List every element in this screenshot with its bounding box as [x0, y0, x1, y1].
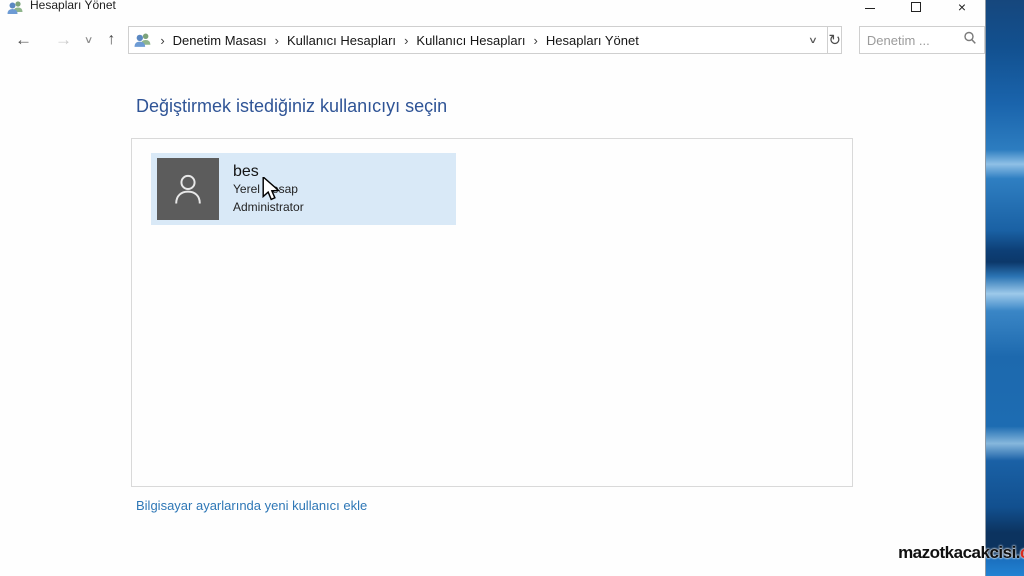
user-accounts-icon: [7, 0, 24, 15]
search-input[interactable]: [867, 33, 959, 48]
user-role: Administrator: [233, 199, 304, 216]
up-arrow-icon: ↑: [107, 31, 115, 48]
back-arrow-icon: ←: [15, 30, 32, 49]
titlebar: Hesapları Yönet ×: [0, 0, 985, 22]
breadcrumb-separator: ›: [526, 33, 546, 48]
forward-button[interactable]: →: [55, 30, 72, 50]
screen: Hesapları Yönet × ← → ∨ ↑: [0, 0, 1024, 576]
address-dropdown-button[interactable]: ∨: [795, 35, 831, 46]
address-bar[interactable]: › Denetim Masası › Kullanıcı Hesapları ›…: [128, 26, 828, 54]
search-icon[interactable]: [963, 31, 977, 50]
up-button[interactable]: ↑: [107, 31, 115, 49]
watermark: mazotkacakcisi.c: [898, 543, 1024, 563]
maximize-icon: [911, 2, 921, 12]
close-button[interactable]: ×: [939, 0, 985, 18]
forward-arrow-icon: →: [55, 30, 72, 49]
chevron-down-icon: ∨: [84, 35, 94, 46]
breadcrumb-separator: ›: [267, 33, 287, 48]
user-list-panel: bes Yerel Hesap Administrator: [131, 138, 853, 487]
window-title: Hesapları Yönet: [30, 0, 116, 12]
user-accounts-icon: [134, 32, 152, 48]
desktop-wallpaper: [985, 0, 1024, 576]
breadcrumb-control-panel[interactable]: Denetim Masası: [173, 33, 267, 48]
watermark-black: mazotkacakcisi.: [898, 543, 1020, 562]
user-tile-bes[interactable]: bes Yerel Hesap Administrator: [151, 153, 456, 225]
breadcrumb-manage-accounts[interactable]: Hesapları Yönet: [546, 33, 639, 48]
watermark-red: c: [1020, 543, 1024, 562]
back-button[interactable]: ←: [15, 30, 32, 50]
breadcrumb-separator: ›: [152, 33, 172, 48]
close-icon: ×: [958, 0, 966, 14]
minimize-icon: [865, 0, 875, 9]
breadcrumb-user-accounts[interactable]: Kullanıcı Hesapları: [287, 33, 396, 48]
user-info: bes Yerel Hesap Administrator: [233, 162, 304, 216]
chevron-down-icon: ∨: [808, 35, 818, 45]
minimize-button[interactable]: [847, 0, 893, 18]
user-account-type: Yerel Hesap: [233, 181, 304, 198]
maximize-button[interactable]: [893, 0, 939, 18]
navigation-bar: ← → ∨ ↑ › Denetim Masası › Kullanıcı Hes…: [0, 22, 985, 60]
user-name: bes: [233, 162, 304, 181]
page-title: Değiştirmek istediğiniz kullanıcıyı seçi…: [136, 96, 985, 117]
caption-buttons: ×: [847, 0, 985, 18]
breadcrumb-separator: ›: [396, 33, 416, 48]
user-avatar-icon: [157, 158, 219, 220]
search-box[interactable]: [859, 26, 985, 54]
manage-accounts-window: Hesapları Yönet × ← → ∨ ↑: [0, 0, 986, 576]
add-user-link[interactable]: Bilgisayar ayarlarında yeni kullanıcı ek…: [136, 498, 367, 513]
recent-locations-button[interactable]: ∨: [84, 35, 94, 46]
breadcrumb-user-accounts-2[interactable]: Kullanıcı Hesapları: [416, 33, 525, 48]
